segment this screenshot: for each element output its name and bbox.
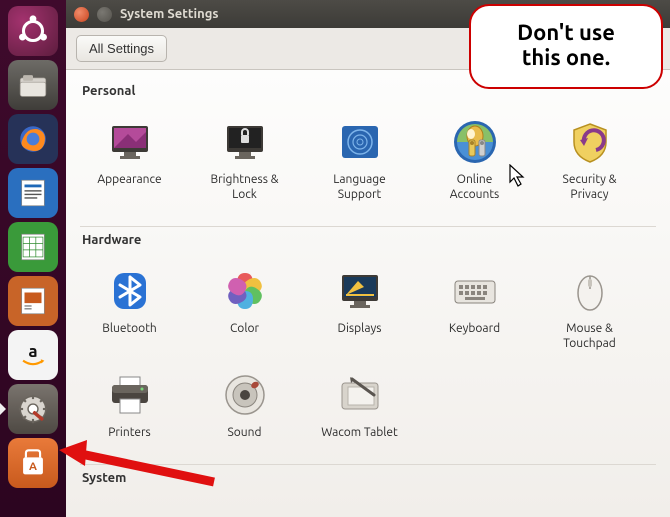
settings-label: Bluetooth	[102, 321, 157, 336]
settings-displays[interactable]: Displays	[302, 257, 417, 361]
online-accounts-icon	[451, 118, 499, 166]
launcher-libreoffice-writer[interactable]	[8, 168, 58, 218]
wacom-tablet-icon	[336, 371, 384, 419]
settings-label: Displays	[338, 321, 382, 336]
settings-label: Printers	[108, 425, 151, 440]
displays-icon	[336, 267, 384, 315]
settings-label: Security & Privacy	[563, 172, 617, 202]
launcher-amazon[interactable]: a	[8, 330, 58, 380]
unity-launcher: a A	[0, 0, 66, 517]
brightness-lock-icon	[221, 118, 269, 166]
language-support-icon	[336, 118, 384, 166]
annotation-callout: Don't use this one.	[469, 4, 663, 89]
section-header-system: System	[66, 465, 670, 489]
settings-security-privacy[interactable]: Security & Privacy	[532, 108, 647, 212]
window-title: System Settings	[120, 7, 219, 21]
settings-mouse-touchpad[interactable]: Mouse & Touchpad	[532, 257, 647, 361]
section-personal: Appearance Brightness & Lock Language Su…	[66, 102, 670, 226]
keyboard-icon	[451, 267, 499, 315]
settings-appearance[interactable]: Appearance	[72, 108, 187, 212]
settings-label: Sound	[227, 425, 261, 440]
launcher-files[interactable]	[8, 60, 58, 110]
color-icon	[221, 267, 269, 315]
settings-language-support[interactable]: Language Support	[302, 108, 417, 212]
section-hardware: Bluetooth Color Displays Keyboard	[66, 251, 670, 464]
settings-label: Keyboard	[449, 321, 500, 336]
launcher-firefox[interactable]	[8, 114, 58, 164]
launcher-libreoffice-impress[interactable]	[8, 276, 58, 326]
window-close-button[interactable]	[74, 7, 89, 22]
svg-text:a: a	[28, 342, 37, 361]
settings-color[interactable]: Color	[187, 257, 302, 361]
launcher-ubuntu-dash[interactable]	[8, 6, 58, 56]
settings-label: Brightness & Lock	[210, 172, 278, 202]
settings-label: Online Accounts	[450, 172, 500, 202]
annotation-text: Don't use this one.	[517, 20, 615, 70]
launcher-system-settings[interactable]	[8, 384, 58, 434]
settings-label: Language Support	[333, 172, 386, 202]
appearance-icon	[106, 118, 154, 166]
launcher-libreoffice-calc[interactable]	[8, 222, 58, 272]
section-header-hardware: Hardware	[66, 227, 670, 251]
settings-label: Wacom Tablet	[321, 425, 398, 440]
settings-sound[interactable]: Sound	[187, 361, 302, 450]
settings-online-accounts[interactable]: Online Accounts	[417, 108, 532, 212]
launcher-ubuntu-software[interactable]: A	[8, 438, 58, 488]
settings-printers[interactable]: Printers	[72, 361, 187, 450]
settings-label: Appearance	[97, 172, 161, 187]
settings-wacom-tablet[interactable]: Wacom Tablet	[302, 361, 417, 450]
bluetooth-icon	[106, 267, 154, 315]
window-minimize-button[interactable]	[97, 7, 112, 22]
printers-icon	[106, 371, 154, 419]
settings-bluetooth[interactable]: Bluetooth	[72, 257, 187, 361]
settings-keyboard[interactable]: Keyboard	[417, 257, 532, 361]
sound-icon	[221, 371, 269, 419]
settings-label: Mouse & Touchpad	[563, 321, 616, 351]
settings-label: Color	[230, 321, 259, 336]
svg-text:A: A	[29, 460, 37, 473]
all-settings-button[interactable]: All Settings	[76, 35, 167, 62]
security-privacy-icon	[566, 118, 614, 166]
settings-brightness-lock[interactable]: Brightness & Lock	[187, 108, 302, 212]
settings-content[interactable]: Personal Appearance Brightness & Lock La…	[66, 70, 670, 517]
mouse-touchpad-icon	[566, 267, 614, 315]
